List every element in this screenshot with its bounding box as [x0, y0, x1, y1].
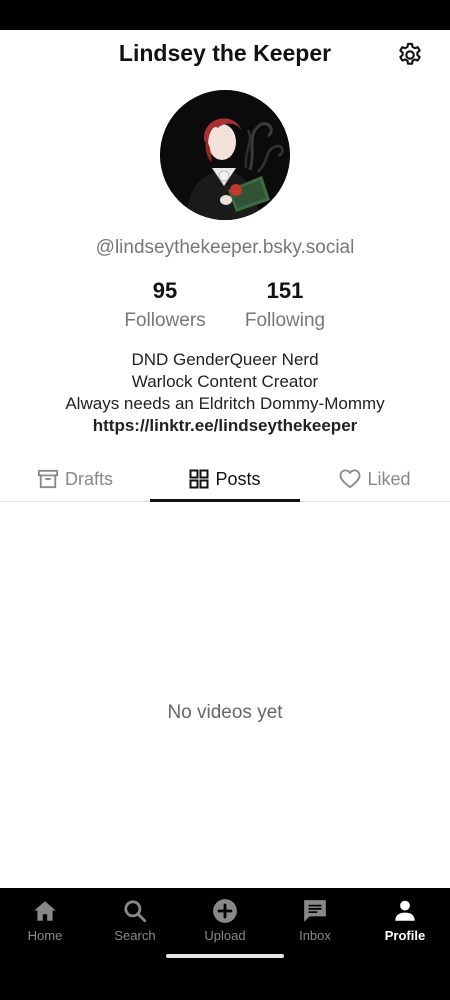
- profile-screen: Lindsey the Keeper @lindseythekeeper.bsk…: [0, 30, 450, 888]
- person-icon: [395, 900, 415, 921]
- gear-icon: [399, 42, 421, 65]
- nav-profile[interactable]: Profile: [360, 898, 450, 948]
- tab-posts[interactable]: Posts: [150, 456, 300, 502]
- empty-state-message: No videos yet: [167, 702, 283, 723]
- nav-label: Inbox: [299, 928, 331, 943]
- active-tab-indicator: [150, 499, 300, 502]
- bio-line: Always needs an Eldritch Dommy-Mommy: [65, 394, 385, 413]
- followers-count: 95: [152, 278, 178, 303]
- nav-label: Upload: [204, 928, 246, 943]
- following-stat[interactable]: 151 Following: [230, 278, 340, 332]
- profile-bio: DND GenderQueer Nerd Warlock Content Cre…: [0, 349, 450, 437]
- nav-home[interactable]: Home: [0, 898, 90, 948]
- following-count: 151: [266, 278, 304, 303]
- bio-line: Warlock Content Creator: [131, 372, 319, 391]
- nav-inbox[interactable]: Inbox: [270, 898, 360, 948]
- avatar[interactable]: [160, 90, 290, 220]
- tab-label: Drafts: [64, 468, 113, 489]
- following-label: Following: [244, 310, 326, 331]
- tab-liked[interactable]: Liked: [300, 456, 450, 502]
- heart-icon: [340, 469, 361, 489]
- tab-label: Posts: [215, 468, 261, 489]
- tab-drafts[interactable]: Drafts: [0, 456, 150, 502]
- grid-icon: [189, 469, 209, 489]
- bio-line: DND GenderQueer Nerd: [131, 350, 319, 369]
- settings-button[interactable]: [394, 39, 426, 71]
- home-icon: [34, 901, 56, 921]
- followers-stat[interactable]: 95 Followers: [110, 278, 220, 332]
- page-title: Lindsey the Keeper: [118, 40, 332, 66]
- nav-upload[interactable]: Upload: [180, 898, 270, 948]
- status-bar: [0, 0, 450, 30]
- avatar-illustration: [160, 90, 290, 220]
- home-indicator: [166, 954, 284, 958]
- profile-handle: @lindseythekeeper.bsky.social: [95, 237, 355, 258]
- followers-label: Followers: [124, 310, 206, 331]
- bottom-navigation: Home Search Upload Inbox Profile: [0, 888, 450, 1000]
- bio-link[interactable]: https://linktr.ee/lindseythekeeper: [0, 415, 450, 437]
- add-circle-icon: [213, 899, 237, 923]
- tab-label: Liked: [367, 468, 411, 489]
- archive-icon: [37, 469, 58, 489]
- nav-label: Profile: [384, 928, 426, 943]
- profile-tabs: Drafts Posts Liked: [0, 456, 450, 502]
- nav-label: Search: [114, 928, 156, 943]
- message-icon: [304, 900, 326, 922]
- search-icon: [124, 900, 147, 923]
- nav-search[interactable]: Search: [90, 898, 180, 948]
- nav-label: Home: [27, 928, 63, 943]
